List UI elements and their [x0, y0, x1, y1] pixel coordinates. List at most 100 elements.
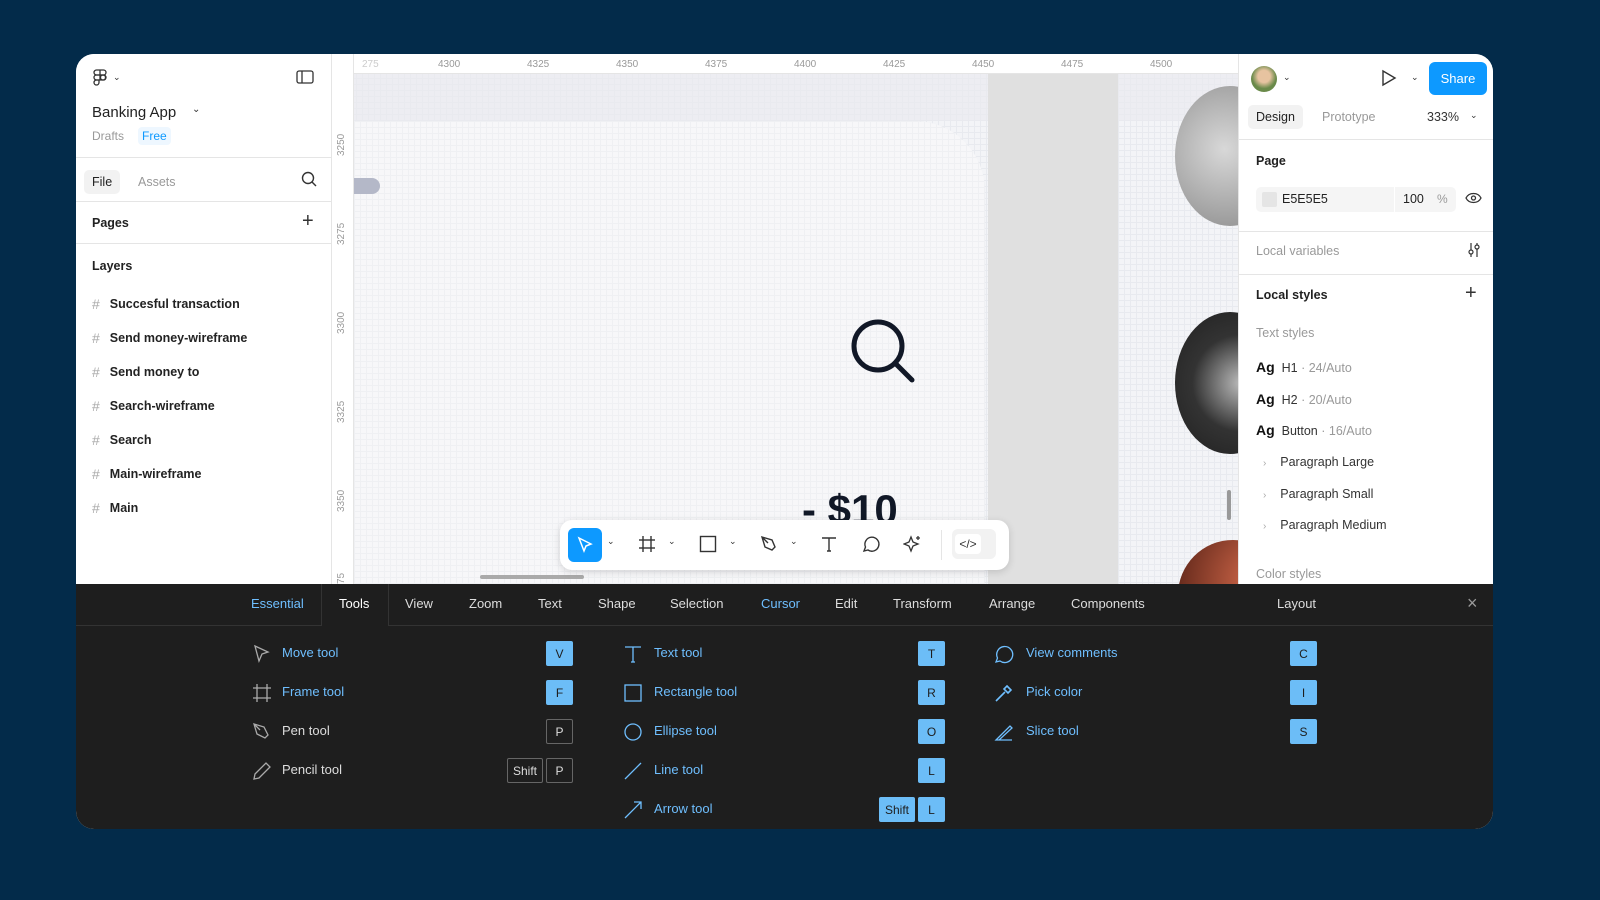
text-tool-button[interactable] [816, 520, 842, 568]
text-style-item[interactable]: Ag H2 · 20/Auto [1256, 391, 1352, 407]
figma-logo-icon[interactable] [93, 69, 107, 87]
file-name[interactable]: Banking App [92, 104, 176, 121]
shortcut-key: Shift [507, 758, 544, 783]
text-style-item[interactable]: Ag Button · 16/Auto [1256, 422, 1372, 438]
layer-item[interactable]: # Main-wireframe [92, 466, 202, 482]
dev-mode-toggle[interactable]: </> [952, 529, 996, 559]
tab-essential[interactable]: Essential [251, 596, 304, 611]
chevron-down-icon[interactable]: ⌄ [1283, 72, 1291, 83]
vertical-scrollbar[interactable] [1227, 490, 1231, 520]
file-menu-chevron-icon[interactable]: ⌄ [192, 104, 200, 115]
text-style-name: H2 [1281, 393, 1298, 407]
rectangle-tool-button[interactable] [695, 520, 721, 568]
text-style-spec: · 16/Auto [1317, 424, 1372, 438]
shortcut-label: Line tool [654, 762, 704, 777]
tab-arrange[interactable]: Arrange [989, 596, 1035, 611]
tab-tools[interactable]: Tools [339, 596, 369, 611]
chevron-down-icon[interactable]: ⌄ [790, 536, 798, 547]
chevron-down-icon[interactable]: ⌄ [1411, 72, 1419, 83]
shortcut-label: Ellipse tool [654, 723, 717, 738]
tab-file[interactable]: File [84, 170, 121, 194]
chevron-down-icon[interactable]: ⌄ [1470, 110, 1478, 121]
move-tool-button[interactable] [568, 528, 602, 562]
chevron-down-icon[interactable]: ⌄ [113, 72, 121, 83]
tab-design[interactable]: Design [1248, 105, 1303, 129]
tab-view[interactable]: View [405, 596, 433, 611]
pill-shape[interactable] [354, 178, 380, 194]
color-swatch[interactable] [1262, 192, 1277, 207]
layer-name: Main [109, 501, 139, 515]
pen-tool-button[interactable] [756, 520, 782, 568]
tab-shape[interactable]: Shape [598, 596, 636, 611]
variables-settings-icon[interactable] [1467, 242, 1481, 258]
tab-transform[interactable]: Transform [893, 596, 952, 611]
frame-icon: # [92, 466, 100, 482]
tab-zoom[interactable]: Zoom [469, 596, 502, 611]
avatar-photo[interactable] [1175, 312, 1238, 454]
style-group-item[interactable]: › Paragraph Large [1263, 455, 1374, 469]
add-style-icon[interactable]: + [1465, 282, 1477, 305]
ruler-tick: 275 [362, 59, 379, 70]
style-group-item[interactable]: › Paragraph Medium [1263, 518, 1387, 532]
text-icon [625, 646, 641, 663]
shortcut-label: Arrow tool [654, 801, 713, 816]
shortcut-label: View comments [1026, 645, 1118, 660]
drafts-label[interactable]: Drafts [92, 129, 124, 143]
chevron-down-icon[interactable]: ⌄ [607, 536, 615, 547]
tab-components[interactable]: Components [1071, 596, 1145, 611]
eye-icon[interactable] [1465, 192, 1482, 204]
tab-edit[interactable]: Edit [835, 596, 857, 611]
tab-prototype[interactable]: Prototype [1322, 110, 1376, 124]
shortcut-label: Frame tool [282, 684, 345, 699]
sparkle-icon [903, 535, 920, 553]
layers-heading: Layers [92, 259, 133, 273]
add-page-icon[interactable]: + [302, 210, 314, 233]
share-button[interactable]: Share [1429, 62, 1487, 95]
layer-item[interactable]: # Send money to [92, 364, 199, 380]
layer-item[interactable]: # Succesful transaction [92, 296, 240, 312]
ruler-tick: 3300 [336, 311, 347, 334]
search-icon[interactable] [301, 171, 317, 187]
close-icon[interactable]: × [1467, 593, 1478, 614]
present-play-icon[interactable] [1381, 69, 1397, 87]
tab-assets[interactable]: Assets [138, 175, 176, 189]
chevron-down-icon[interactable]: ⌄ [729, 536, 737, 547]
style-group-item[interactable]: › Paragraph Small [1263, 487, 1373, 501]
style-group-name: Paragraph Medium [1280, 518, 1387, 532]
layer-item[interactable]: # Search-wireframe [92, 398, 215, 414]
page-color-value[interactable]: E5E5E5 [1282, 192, 1328, 206]
local-variables-label[interactable]: Local variables [1256, 244, 1339, 258]
left-panel: ⌄ Banking App ⌄ Drafts Free File Assets … [76, 54, 332, 584]
layer-item[interactable]: # Main [92, 500, 138, 516]
ruler-tick: 4375 [705, 59, 728, 70]
comment-tool-button[interactable] [858, 520, 884, 568]
design-canvas[interactable]: - $10 275 4300 4325 4350 4375 4400 4425 … [332, 54, 1238, 584]
shortcut-key: I [1290, 680, 1317, 705]
page-opacity-value[interactable]: 100 [1403, 192, 1424, 206]
pencil-icon [253, 762, 271, 780]
user-avatar[interactable] [1251, 66, 1277, 92]
ruler-tick: 3325 [336, 400, 347, 423]
ruler-tick: 4350 [616, 59, 639, 70]
tab-text[interactable]: Text [538, 596, 562, 611]
text-style-name: Button [1281, 424, 1318, 438]
ruler-tick: 4300 [438, 59, 461, 70]
tab-cursor[interactable]: Cursor [761, 596, 800, 611]
chevron-down-icon[interactable]: ⌄ [668, 536, 676, 547]
horizontal-scrollbar[interactable] [480, 575, 584, 579]
layer-item[interactable]: # Send money-wireframe [92, 330, 247, 346]
ai-tool-button[interactable] [900, 520, 926, 568]
avatar-photo[interactable] [1178, 540, 1238, 584]
page-color-field[interactable]: E5E5E5 100 % [1256, 187, 1456, 212]
tab-selection[interactable]: Selection [670, 596, 723, 611]
chevron-right-icon: › [1263, 521, 1267, 532]
layer-name: Send money to [109, 365, 200, 379]
layer-item[interactable]: # Search [92, 432, 152, 448]
sidebar-toggle-icon[interactable] [296, 70, 314, 84]
text-style-item[interactable]: Ag H1 · 24/Auto [1256, 359, 1352, 375]
tab-layout[interactable]: Layout [1277, 596, 1316, 611]
zoom-level[interactable]: 333% [1427, 110, 1459, 124]
right-panel: ⌄ ⌄ Share Design Prototype 333% ⌄ Page E… [1238, 54, 1493, 584]
search-icon[interactable] [850, 318, 918, 386]
frame-tool-button[interactable] [634, 520, 660, 568]
